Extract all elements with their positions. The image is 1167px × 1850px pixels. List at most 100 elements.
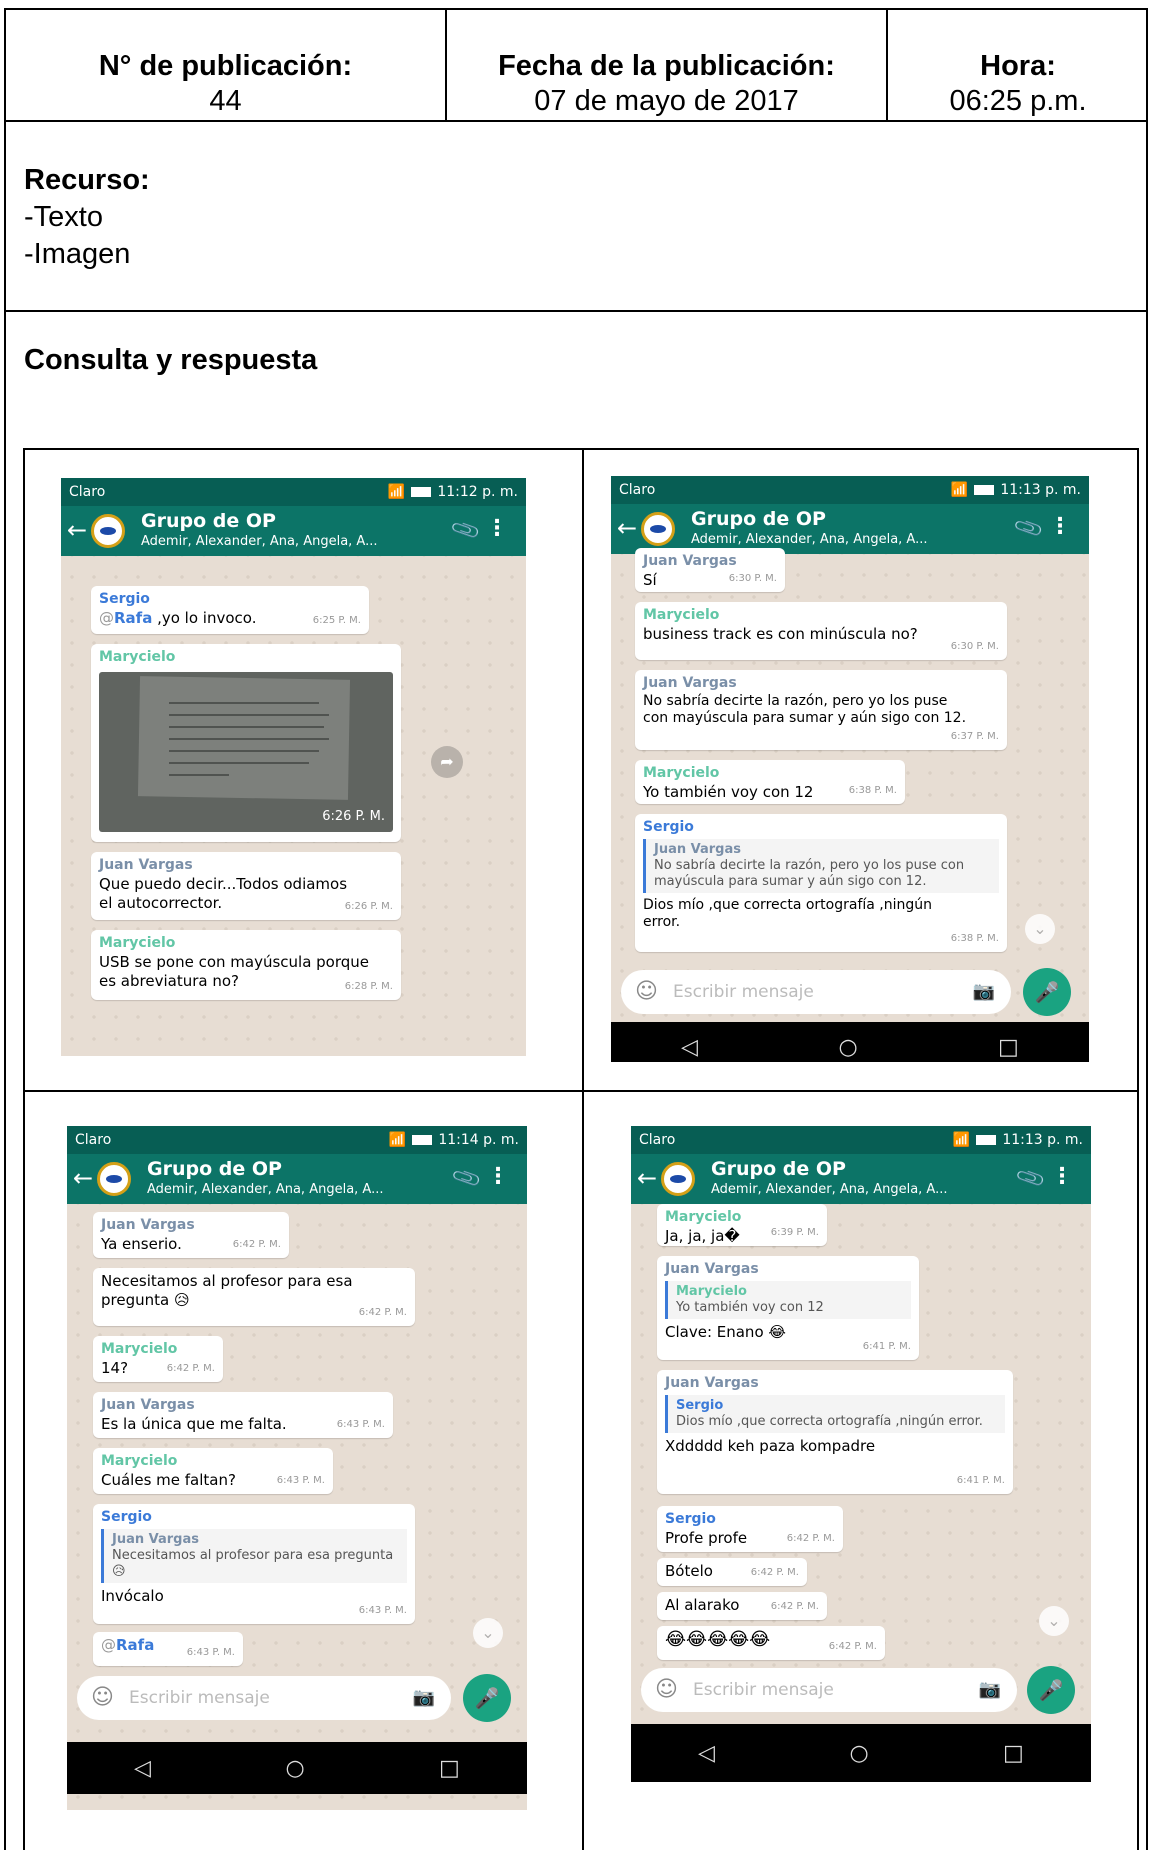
quoted-text: Necesitamos al profesor para esa pregunt… [112, 1548, 394, 1579]
group-members: Ademir, Alexander, Ana, Angela, A... [711, 1182, 948, 1197]
message-input[interactable]: ☺ Escribir mensaje 📷 [641, 1668, 1017, 1712]
more-options-icon[interactable]: ⋮ [487, 1164, 509, 1189]
group-avatar[interactable] [97, 1162, 131, 1196]
chat-app-bar: ← Grupo de OP Ademir, Alexander, Ana, An… [61, 506, 526, 556]
message-time: 6:30 P. M. [728, 573, 777, 584]
message-text: Cuáles me faltan? [101, 1471, 236, 1489]
attach-icon[interactable]: 📎 [1014, 1161, 1048, 1194]
group-name[interactable]: Grupo de OP [141, 510, 276, 532]
emoji-icon[interactable]: ☺ [635, 970, 658, 1014]
message-time: 6:42 P. M. [232, 1239, 281, 1250]
wifi-icon: 📶 [952, 1132, 971, 1148]
nav-back-icon[interactable]: ◁ [681, 1035, 698, 1060]
message-sender: Sergio [101, 1509, 152, 1525]
message-sender: Sergio [665, 1511, 716, 1527]
publication-time-cell: Hora: 06:25 p.m. [888, 10, 1148, 120]
chat-message: Juan Vargas Es la única que me falta. 6:… [93, 1392, 393, 1438]
microphone-icon[interactable]: 🎤 [463, 1674, 511, 1722]
nav-home-icon[interactable]: ○ [838, 1035, 857, 1060]
message-text: USB se pone con mayúscula porque es abre… [99, 953, 370, 990]
nav-recents-icon[interactable]: □ [439, 1756, 460, 1781]
battery-icon [411, 487, 432, 497]
back-arrow-icon[interactable]: ← [73, 1166, 93, 1190]
attach-icon[interactable]: 📎 [450, 1161, 484, 1194]
back-arrow-icon[interactable]: ← [637, 1166, 657, 1190]
carrier-label: Claro [619, 482, 656, 498]
group-name[interactable]: Grupo de OP [711, 1158, 846, 1180]
microphone-icon[interactable]: 🎤 [1023, 968, 1071, 1016]
message-time: 6:41 P. M. [862, 1341, 911, 1352]
message-text: Dios mío ,que correcta ortografía ,ningú… [643, 897, 933, 930]
forward-icon[interactable]: ➦ [431, 746, 463, 778]
battery-icon [976, 1135, 997, 1145]
chat-message: Marycielo Cuáles me faltan? 6:43 P. M. [93, 1448, 333, 1494]
camera-icon[interactable]: 📷 [973, 970, 995, 1014]
message-text: Sí [643, 571, 657, 589]
quoted-message[interactable]: Juan Vargas No sabría decirte la razón, p… [643, 839, 999, 893]
message-text: Ja, ja, ja� [665, 1227, 740, 1245]
microphone-icon[interactable]: 🎤 [1027, 1666, 1075, 1714]
more-options-icon[interactable]: ⋮ [486, 516, 508, 541]
quoted-text: Yo también voy con 12 [676, 1300, 824, 1315]
message-input[interactable]: ☺ Escribir mensaje 📷 [621, 970, 1011, 1014]
android-nav-bar: ◁ ○ □ [611, 1022, 1089, 1062]
attach-icon[interactable]: 📎 [1012, 511, 1046, 544]
nav-back-icon[interactable]: ◁ [698, 1741, 715, 1766]
chat-message: Marycielo 14? 6:42 P. M. [93, 1336, 223, 1382]
publication-number-label: N° de publicación: [98, 50, 353, 82]
wifi-icon: 📶 [388, 1132, 407, 1148]
chat-screenshot-1: Claro 📶 11:12 p. m. ← Grupo de OP Ademir,… [61, 478, 526, 1056]
emoji-icon[interactable]: ☺ [655, 1668, 678, 1712]
group-members: Ademir, Alexander, Ana, Angela, A... [691, 532, 928, 547]
message-input[interactable]: ☺ Escribir mensaje 📷 [77, 1676, 451, 1720]
message-text: Xddddd keh paza kompadre [665, 1437, 876, 1455]
message-time: 6:43 P. M. [276, 1475, 325, 1486]
group-avatar[interactable] [641, 512, 675, 546]
message-time: 6:38 P. M. [848, 785, 897, 796]
chat-app-bar: ← Grupo de OP Ademir, Alexander, Ana, An… [67, 1154, 527, 1204]
nav-recents-icon[interactable]: □ [1003, 1741, 1024, 1766]
more-options-icon[interactable]: ⋮ [1051, 1164, 1073, 1189]
scroll-down-icon[interactable]: ⌄ [1025, 914, 1055, 944]
quoted-message[interactable]: Marycielo Yo también voy con 12 [665, 1281, 911, 1319]
camera-icon[interactable]: 📷 [413, 1676, 435, 1720]
group-name[interactable]: Grupo de OP [147, 1158, 282, 1180]
message-time: 6:43 P. M. [336, 1419, 385, 1430]
message-input-placeholder: Escribir mensaje [129, 1688, 270, 1708]
scroll-down-icon[interactable]: ⌄ [1039, 1606, 1069, 1636]
message-text: 14? [101, 1359, 129, 1377]
chat-message: Sergio Profe profe 6:42 P. M. [657, 1506, 843, 1552]
back-arrow-icon[interactable]: ← [67, 518, 87, 542]
image-time: 6:26 P. M. [322, 809, 385, 824]
emoji-icon[interactable]: ☺ [91, 1676, 114, 1720]
message-sender: Juan Vargas [101, 1397, 195, 1413]
message-time: 6:42 P. M. [166, 1363, 215, 1374]
clock: 11:12 p. m. [437, 484, 518, 500]
nav-home-icon[interactable]: ○ [285, 1756, 304, 1781]
group-avatar[interactable] [661, 1162, 695, 1196]
wifi-icon: 📶 [950, 482, 969, 498]
nav-home-icon[interactable]: ○ [849, 1741, 868, 1766]
camera-icon[interactable]: 📷 [979, 1668, 1001, 1712]
more-options-icon[interactable]: ⋮ [1049, 514, 1071, 539]
message-sender: Marycielo [101, 1341, 178, 1357]
group-members: Ademir, Alexander, Ana, Angela, A... [141, 534, 378, 549]
chat-message: Sergio @Rafa ,yo lo invoco. 6:25 P. M. [91, 586, 369, 634]
nav-recents-icon[interactable]: □ [998, 1035, 1019, 1060]
shared-image[interactable]: 6:26 P. M. [99, 672, 393, 832]
message-time: 6:42 P. M. [828, 1641, 877, 1652]
chat-message: Juan Vargas No sabría decirte la razón, … [635, 670, 1007, 750]
nav-back-icon[interactable]: ◁ [134, 1756, 151, 1781]
status-bar: Claro 📶 11:12 p. m. [61, 478, 526, 506]
quoted-message[interactable]: Sergio Dios mío ,que correcta ortografía … [665, 1395, 1005, 1433]
grid-divider-vertical [582, 450, 584, 1850]
group-name[interactable]: Grupo de OP [691, 508, 826, 530]
chat-message: Juan Vargas Sergio Dios mío ,que correcta… [657, 1370, 1013, 1494]
publication-time-value: 06:25 p.m. [949, 85, 1087, 117]
scroll-down-icon[interactable]: ⌄ [473, 1618, 503, 1648]
attach-icon[interactable]: 📎 [449, 513, 483, 546]
resource-title: Recurso: [24, 164, 150, 196]
back-arrow-icon[interactable]: ← [617, 516, 637, 540]
quoted-message[interactable]: Juan Vargas Necesitamos al profesor para … [101, 1529, 407, 1583]
group-avatar[interactable] [91, 514, 125, 548]
